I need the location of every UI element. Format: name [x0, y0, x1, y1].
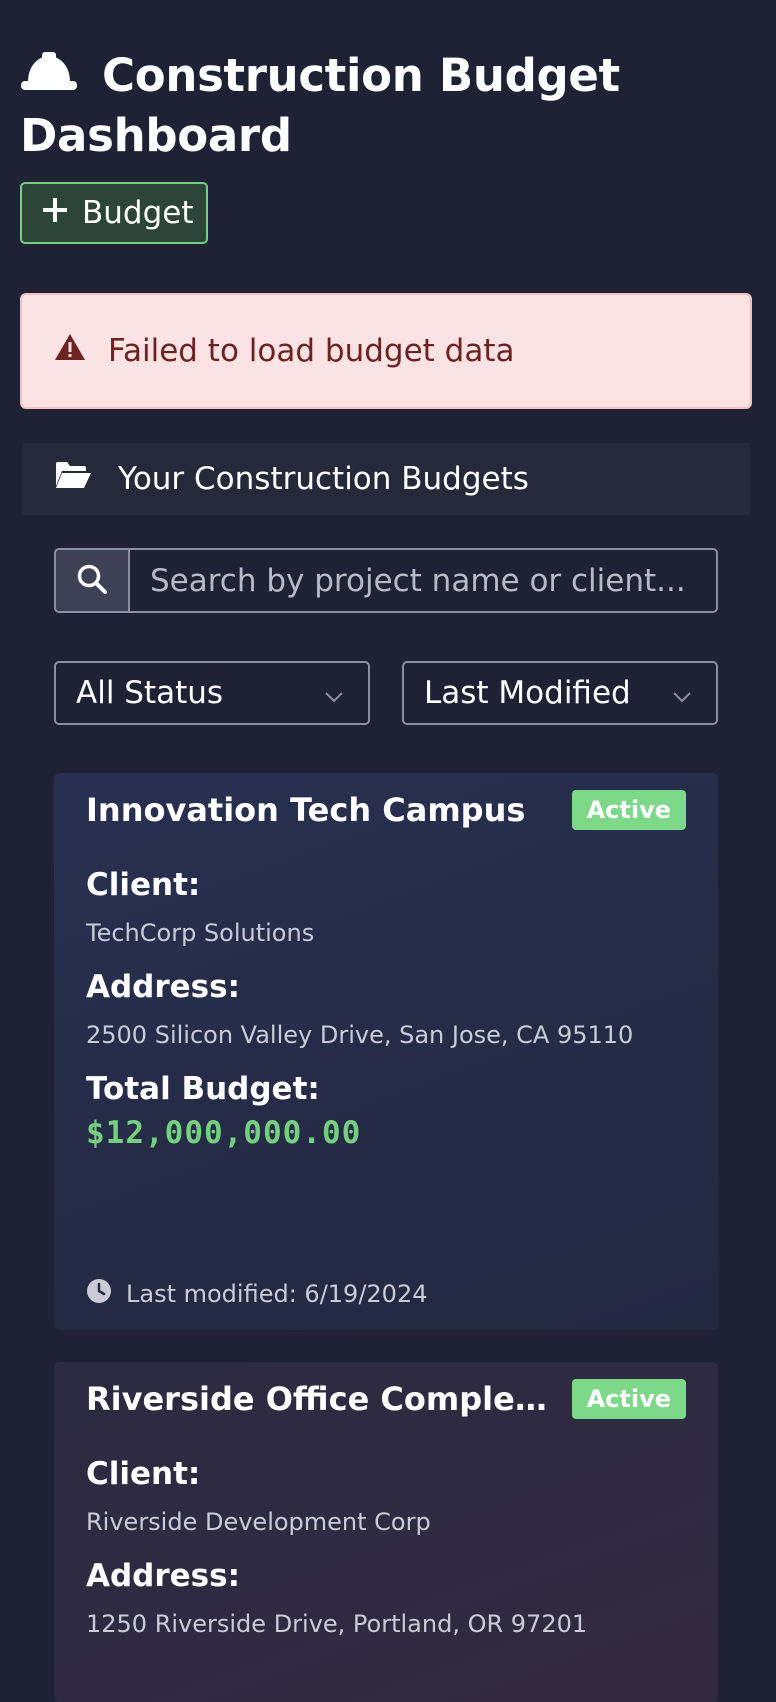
status-badge: Active — [571, 790, 686, 830]
last-modified: Last modified: 6/19/2024 — [86, 1278, 427, 1310]
address-value: 2500 Silicon Valley Drive, San Jose, CA … — [86, 1021, 634, 1049]
add-budget-label: Budget — [82, 195, 194, 231]
error-alert: Failed to load budget data — [20, 293, 752, 409]
chevron-down-icon — [672, 675, 692, 711]
budget-card[interactable]: Innovation Tech Campus Active Client: Te… — [54, 773, 718, 1330]
status-filter-value: All Status — [76, 675, 224, 711]
project-title: Riverside Office Complex - Ph... — [86, 1380, 566, 1418]
page-title: Construction Budget Dashboard — [20, 46, 740, 166]
address-label: Address: — [86, 969, 240, 1005]
section-title: Your Construction Budgets — [118, 461, 529, 497]
address-label: Address: — [86, 1558, 240, 1594]
search-input[interactable] — [130, 550, 716, 611]
budget-card[interactable]: Riverside Office Complex - Ph... Active … — [54, 1362, 718, 1702]
clock-icon — [86, 1278, 112, 1310]
project-title: Innovation Tech Campus — [86, 791, 526, 829]
status-filter-select[interactable]: All Status — [54, 661, 370, 725]
client-label: Client: — [86, 867, 201, 903]
warning-icon — [54, 333, 86, 369]
card-header: Riverside Office Complex - Ph... Active — [86, 1362, 686, 1436]
budgets-section-header: Your Construction Budgets — [22, 443, 750, 515]
page-title-text: Construction Budget Dashboard — [20, 49, 620, 162]
chevron-down-icon — [324, 675, 344, 711]
client-value: Riverside Development Corp — [86, 1508, 431, 1536]
last-modified-text: Last modified: 6/19/2024 — [126, 1280, 428, 1308]
address-value: 1250 Riverside Drive, Portland, OR 97201 — [86, 1610, 588, 1638]
client-value: TechCorp Solutions — [86, 919, 315, 947]
hard-hat-icon — [20, 49, 78, 93]
add-budget-button[interactable]: Budget — [20, 182, 208, 244]
search-group — [54, 548, 718, 613]
card-header: Innovation Tech Campus Active — [86, 773, 686, 847]
status-badge: Active — [571, 1379, 686, 1419]
total-budget-value: $12,000,000.00 — [86, 1115, 362, 1151]
sort-value: Last Modified — [424, 675, 631, 711]
error-message: Failed to load budget data — [108, 333, 515, 369]
client-label: Client: — [86, 1456, 201, 1492]
plus-icon — [42, 195, 68, 231]
search-icon — [76, 563, 108, 599]
folder-open-icon — [54, 460, 92, 498]
total-budget-label: Total Budget: — [86, 1071, 320, 1107]
sort-select[interactable]: Last Modified — [402, 661, 718, 725]
search-button[interactable] — [56, 550, 130, 611]
